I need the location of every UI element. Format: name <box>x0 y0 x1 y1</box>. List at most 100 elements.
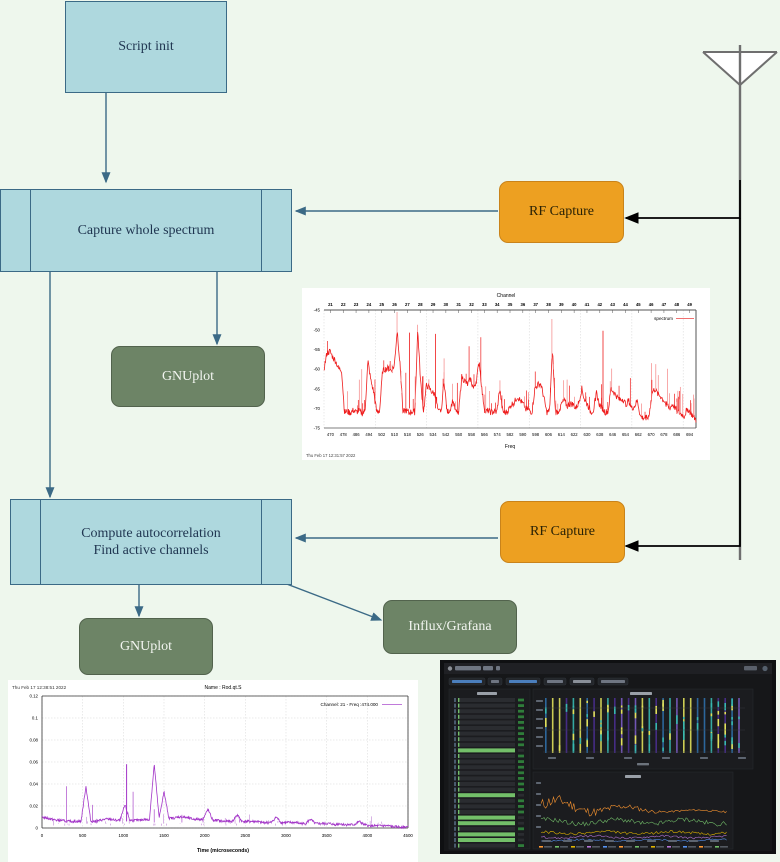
autocorr-xlabel: Time (microseconds) <box>197 848 249 854</box>
node-label: Script init <box>118 39 174 55</box>
svg-text:1000: 1000 <box>118 833 128 838</box>
grafana-svg <box>440 660 776 854</box>
grafana-variable-row[interactable] <box>448 677 629 686</box>
spectrum-plot-image: Channel 21 22 23 24 25 26 27 28 29 30 31 32 33 34 35 36… <box>302 288 710 460</box>
grafana-panel-levels[interactable] <box>448 688 531 850</box>
node-rf-capture-bottom[interactable]: RF Capture <box>500 501 625 563</box>
grafana-panel-lines[interactable] <box>532 771 734 850</box>
svg-text:spectrum: spectrum <box>654 316 673 321</box>
spectrum-title: Channel <box>497 293 516 299</box>
subroutine-left-bar <box>30 190 31 271</box>
node-rf-capture-top[interactable]: RF Capture <box>499 181 624 243</box>
svg-text:27: 27 <box>405 302 410 307</box>
svg-text:28: 28 <box>418 302 423 307</box>
svg-text:44: 44 <box>623 302 628 307</box>
svg-text:678: 678 <box>660 432 668 437</box>
svg-text:0.06: 0.06 <box>29 760 38 765</box>
svg-text:3500: 3500 <box>322 833 332 838</box>
node-label: GNUplot <box>161 368 215 384</box>
svg-text:500: 500 <box>79 833 87 838</box>
node-label-line1: Compute autocorrelation <box>81 525 221 541</box>
spectrum-xlabel: Freq <box>505 444 516 450</box>
svg-text:0.12: 0.12 <box>29 694 38 699</box>
svg-text:558: 558 <box>468 432 476 437</box>
svg-text:694: 694 <box>686 432 694 437</box>
svg-text:0.02: 0.02 <box>29 804 38 809</box>
svg-text:24: 24 <box>367 302 372 307</box>
svg-text:41: 41 <box>585 302 590 307</box>
svg-text:614: 614 <box>558 432 566 437</box>
svg-text:-70: -70 <box>314 406 321 411</box>
grafana-logo-icon <box>447 666 453 671</box>
autocorr-timestamp: Thu Feb 17 12:38:51 2022 <box>12 685 67 690</box>
spectrum-x-ticks: 470 478 486 494 502 510 518 526 534 542 550 558 566 5… <box>327 432 694 437</box>
svg-text:686: 686 <box>673 432 681 437</box>
svg-text:30: 30 <box>444 302 449 307</box>
chevron-down-icon <box>496 666 500 671</box>
autocorrelation-plot-image: Thu Feb 17 12:38:51 2022 Name : Rod.qt.S… <box>8 680 418 862</box>
svg-text:25: 25 <box>379 302 384 307</box>
svg-text:29: 29 <box>431 302 436 307</box>
svg-text:550: 550 <box>455 432 463 437</box>
svg-text:34: 34 <box>495 302 500 307</box>
svg-text:606: 606 <box>545 432 553 437</box>
svg-text:670: 670 <box>648 432 656 437</box>
svg-text:-75: -75 <box>314 426 321 431</box>
svg-text:2500: 2500 <box>240 833 250 838</box>
node-label: RF Capture <box>530 524 595 539</box>
svg-text:26: 26 <box>392 302 397 307</box>
svg-text:22: 22 <box>341 302 346 307</box>
svg-text:566: 566 <box>481 432 489 437</box>
subroutine-left-bar <box>40 500 41 584</box>
autocorrelation-svg: Thu Feb 17 12:38:51 2022 Name : Rod.qt.S… <box>8 680 418 862</box>
svg-text:502: 502 <box>378 432 386 437</box>
grafana-panel-heatmap[interactable] <box>532 688 754 770</box>
avatar <box>762 665 768 672</box>
node-label-line2: Find active channels <box>93 543 209 558</box>
svg-text:42: 42 <box>597 302 602 307</box>
svg-text:48: 48 <box>674 302 679 307</box>
svg-text:-45: -45 <box>314 308 321 313</box>
node-label: Capture whole spectrum <box>77 222 215 238</box>
subroutine-right-bar <box>261 190 262 271</box>
node-label: RF Capture <box>529 204 594 219</box>
svg-text:3000: 3000 <box>281 833 291 838</box>
node-capture-whole-spectrum[interactable]: Capture whole spectrum <box>0 189 292 272</box>
svg-text:39: 39 <box>559 302 564 307</box>
svg-text:-60: -60 <box>314 367 321 372</box>
svg-text:1500: 1500 <box>159 833 169 838</box>
svg-text:32: 32 <box>469 302 474 307</box>
svg-text:478: 478 <box>340 432 348 437</box>
svg-text:2000: 2000 <box>200 833 210 838</box>
node-gnuplot-bottom[interactable]: GNUplot <box>79 618 213 675</box>
svg-text:486: 486 <box>353 432 361 437</box>
svg-text:31: 31 <box>456 302 461 307</box>
autocorr-title: Name : Rod.qt.S <box>205 685 243 691</box>
svg-text:590: 590 <box>519 432 527 437</box>
svg-text:-50: -50 <box>314 327 321 332</box>
node-gnuplot-top[interactable]: GNUplot <box>111 346 265 407</box>
svg-text:470: 470 <box>327 432 335 437</box>
svg-text:45: 45 <box>636 302 641 307</box>
svg-text:36: 36 <box>520 302 525 307</box>
svg-text:598: 598 <box>532 432 540 437</box>
svg-text:38: 38 <box>546 302 551 307</box>
svg-text:0.1: 0.1 <box>32 716 39 721</box>
grafana-dashboard-screenshot[interactable] <box>440 660 776 854</box>
grafana-topbar[interactable] <box>444 663 772 674</box>
spectrum-timestamp: Thu Feb 17 12:31:57 2022 <box>306 453 356 458</box>
svg-text:35: 35 <box>508 302 513 307</box>
svg-text:40: 40 <box>572 302 577 307</box>
svg-text:23: 23 <box>354 302 359 307</box>
node-influx-grafana[interactable]: Influx/Grafana <box>383 600 517 654</box>
node-script-init[interactable]: Script init <box>65 1 227 93</box>
svg-text:43: 43 <box>610 302 615 307</box>
svg-text:4000: 4000 <box>362 833 372 838</box>
spectrum-svg: Channel 21 22 23 24 25 26 27 28 29 30 31 32 33 34 35 36… <box>302 288 710 460</box>
svg-text:-55: -55 <box>314 347 321 352</box>
svg-text:630: 630 <box>583 432 591 437</box>
svg-text:4500: 4500 <box>403 833 413 838</box>
svg-text:534: 534 <box>430 432 438 437</box>
node-compute-autocorrelation[interactable]: Compute autocorrelation Find active chan… <box>10 499 292 585</box>
subroutine-right-bar <box>261 500 262 584</box>
